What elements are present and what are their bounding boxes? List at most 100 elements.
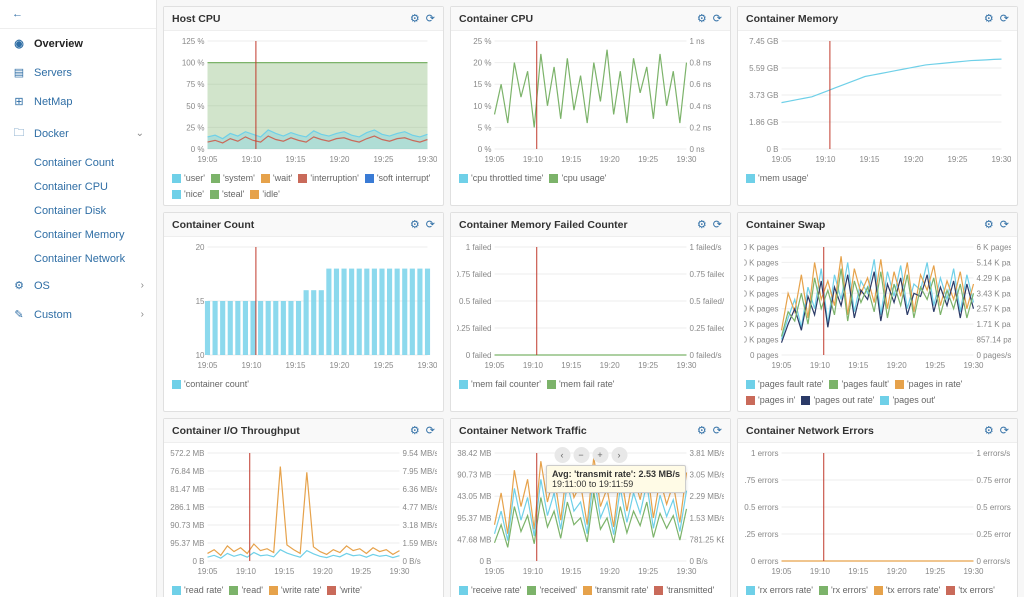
chart-area[interactable]: 25 %20 %15 %10 %5 %0 %1 ns0.8 ns0.6 ns0.… — [451, 31, 730, 169]
chart-area[interactable]: 350 K pages300 K pages250 K pages200 K p… — [738, 237, 1017, 375]
legend: 'rx errors rate''rx errors''tx errors ra… — [738, 581, 1017, 597]
nav-item-custom[interactable]: ✎Custom› — [0, 300, 156, 329]
gear-icon[interactable]: ⚙ — [697, 12, 707, 25]
refresh-icon[interactable]: ⟳ — [426, 218, 435, 231]
legend-item: 'mem usage' — [746, 173, 808, 183]
panel-container-net-err: Container Network Errors ⚙ ⟳ 1 errors0.7… — [737, 418, 1018, 597]
svg-text:15: 15 — [196, 297, 205, 306]
chart-prev-icon[interactable]: ‹ — [554, 447, 570, 463]
legend-item: 'interruption' — [298, 173, 358, 183]
nav-sub-container-memory[interactable]: Container Memory — [0, 223, 156, 247]
sidebar: ← ◉Overview▤Servers⊞NetMap🗀Docker⌄Contai… — [0, 0, 157, 597]
svg-text:5.14 K pages/s: 5.14 K pages/s — [977, 258, 1012, 267]
gear-icon[interactable]: ⚙ — [697, 218, 707, 231]
gear-icon[interactable]: ⚙ — [984, 218, 994, 231]
svg-text:50 K pages: 50 K pages — [744, 336, 779, 345]
panel-title: Container Memory — [746, 13, 838, 25]
svg-text:781.25 KB/s: 781.25 KB/s — [690, 535, 725, 544]
chart-zoom-out-icon[interactable]: − — [573, 447, 589, 463]
legend-item: 'tx errors rate' — [874, 585, 940, 595]
chart-area[interactable]: 572.2 MB476.84 MB381.47 MB286.1 MB190.73… — [164, 443, 443, 581]
nav-sub-container-network[interactable]: Container Network — [0, 247, 156, 271]
svg-text:19:15: 19:15 — [848, 361, 869, 370]
nav-sub-container-disk[interactable]: Container Disk — [0, 199, 156, 223]
svg-text:19:15: 19:15 — [859, 155, 880, 164]
svg-text:250 K pages: 250 K pages — [744, 274, 779, 283]
chevron-right-icon: › — [141, 280, 144, 291]
svg-text:50 %: 50 % — [186, 102, 204, 111]
legend: 'receive rate''received''transmit rate''… — [451, 581, 730, 597]
svg-text:19:10: 19:10 — [815, 155, 836, 164]
svg-text:572.2 MB: 572.2 MB — [170, 449, 204, 458]
chart-area[interactable]: 7.45 GB5.59 GB3.73 GB1.86 GB0 B19:0519:1… — [738, 31, 1017, 169]
svg-text:19:30: 19:30 — [676, 567, 697, 576]
chart-zoom-in-icon[interactable]: + — [592, 447, 608, 463]
svg-text:10 %: 10 % — [473, 102, 491, 111]
refresh-icon[interactable]: ⟳ — [713, 424, 722, 437]
refresh-icon[interactable]: ⟳ — [713, 218, 722, 231]
chart-next-icon[interactable]: › — [611, 447, 627, 463]
nav-item-overview[interactable]: ◉Overview — [0, 29, 156, 58]
gear-icon[interactable]: ⚙ — [984, 12, 994, 25]
nav-item-servers[interactable]: ▤Servers — [0, 58, 156, 87]
svg-text:4.77 MB/s: 4.77 MB/s — [403, 503, 438, 512]
svg-text:0.5 errors: 0.5 errors — [744, 503, 778, 512]
svg-text:3.18 MB/s: 3.18 MB/s — [403, 521, 438, 530]
gear-icon[interactable]: ⚙ — [410, 218, 420, 231]
panel-header: Container CPU ⚙ ⟳ — [451, 7, 730, 31]
panel-title: Container Network Traffic — [459, 425, 587, 437]
refresh-icon[interactable]: ⟳ — [426, 424, 435, 437]
chart-area[interactable]: 1 errors0.75 errors0.5 errors0.25 errors… — [738, 443, 1017, 581]
legend-item: 'mem fail rate' — [547, 379, 614, 389]
svg-text:19:05: 19:05 — [197, 155, 218, 164]
svg-text:19:20: 19:20 — [887, 567, 908, 576]
svg-text:1 ns: 1 ns — [690, 37, 705, 46]
svg-text:7.95 MB/s: 7.95 MB/s — [403, 467, 438, 476]
svg-text:19:10: 19:10 — [523, 361, 544, 370]
chart-area[interactable]: 1 failed0.75 failed0.5 failed0.25 failed… — [451, 237, 730, 375]
chart-area[interactable]: 125 %100 %75 %50 %25 %0 %19:0519:1019:15… — [164, 31, 443, 169]
svg-text:0 pages: 0 pages — [750, 351, 778, 360]
svg-text:4.29 K pages/s: 4.29 K pages/s — [977, 274, 1012, 283]
nav-sub-container-cpu[interactable]: Container CPU — [0, 175, 156, 199]
legend-item: 'soft interrupt' — [365, 173, 430, 183]
svg-text:286.1 MB: 286.1 MB — [170, 503, 204, 512]
refresh-icon[interactable]: ⟳ — [426, 12, 435, 25]
nav-item-netmap[interactable]: ⊞NetMap — [0, 87, 156, 116]
panel-host-cpu: Host CPU ⚙ ⟳ 125 %100 %75 %50 %25 %0 %19… — [163, 6, 444, 206]
legend-item: 'wait' — [261, 173, 292, 183]
refresh-icon[interactable]: ⟳ — [1000, 424, 1009, 437]
panel-header: Container Count ⚙ ⟳ — [164, 213, 443, 237]
gear-icon[interactable]: ⚙ — [984, 424, 994, 437]
chart-area[interactable]: 20151019:0519:1019:1519:2019:2519:30 — [164, 237, 443, 375]
svg-text:19:05: 19:05 — [771, 361, 792, 370]
refresh-icon[interactable]: ⟳ — [713, 12, 722, 25]
svg-text:476.84 MB: 476.84 MB — [170, 467, 205, 476]
nav-item-docker[interactable]: 🗀Docker⌄ — [0, 116, 156, 151]
chart-area[interactable]: ‹ − + › 238.42 MB190.73 MB143.05 MB95.37… — [451, 443, 730, 581]
svg-text:300 K pages: 300 K pages — [744, 258, 779, 267]
refresh-icon[interactable]: ⟳ — [1000, 12, 1009, 25]
svg-text:1 failed/s: 1 failed/s — [690, 243, 722, 252]
legend-item: 'write' — [327, 585, 361, 595]
svg-text:19:30: 19:30 — [963, 567, 984, 576]
panel-container-io: Container I/O Throughput ⚙ ⟳ 572.2 MB476… — [163, 418, 444, 597]
chart-container-net-err: 1 errors0.75 errors0.5 errors0.25 errors… — [744, 447, 1011, 577]
nav-item-os[interactable]: ⚙OS› — [0, 271, 156, 300]
panel-container-swap: Container Swap ⚙ ⟳ 350 K pages300 K page… — [737, 212, 1018, 412]
nav-sub-container-count[interactable]: Container Count — [0, 151, 156, 175]
gear-icon[interactable]: ⚙ — [410, 424, 420, 437]
gear-icon[interactable]: ⚙ — [410, 12, 420, 25]
svg-text:19:20: 19:20 — [600, 361, 621, 370]
gear-icon[interactable]: ⚙ — [697, 424, 707, 437]
svg-text:19:20: 19:20 — [329, 361, 350, 370]
svg-text:2.29 MB/s: 2.29 MB/s — [690, 492, 725, 501]
legend-item: 'receive rate' — [459, 585, 521, 595]
svg-text:1.86 GB: 1.86 GB — [749, 118, 778, 127]
back-button[interactable]: ← — [0, 0, 156, 29]
refresh-icon[interactable]: ⟳ — [1000, 218, 1009, 231]
svg-text:0.75 failed/s: 0.75 failed/s — [690, 270, 725, 279]
svg-text:5.59 GB: 5.59 GB — [749, 64, 778, 73]
svg-text:2.57 K pages/s: 2.57 K pages/s — [977, 305, 1012, 314]
speed-icon: ◉ — [12, 37, 26, 50]
